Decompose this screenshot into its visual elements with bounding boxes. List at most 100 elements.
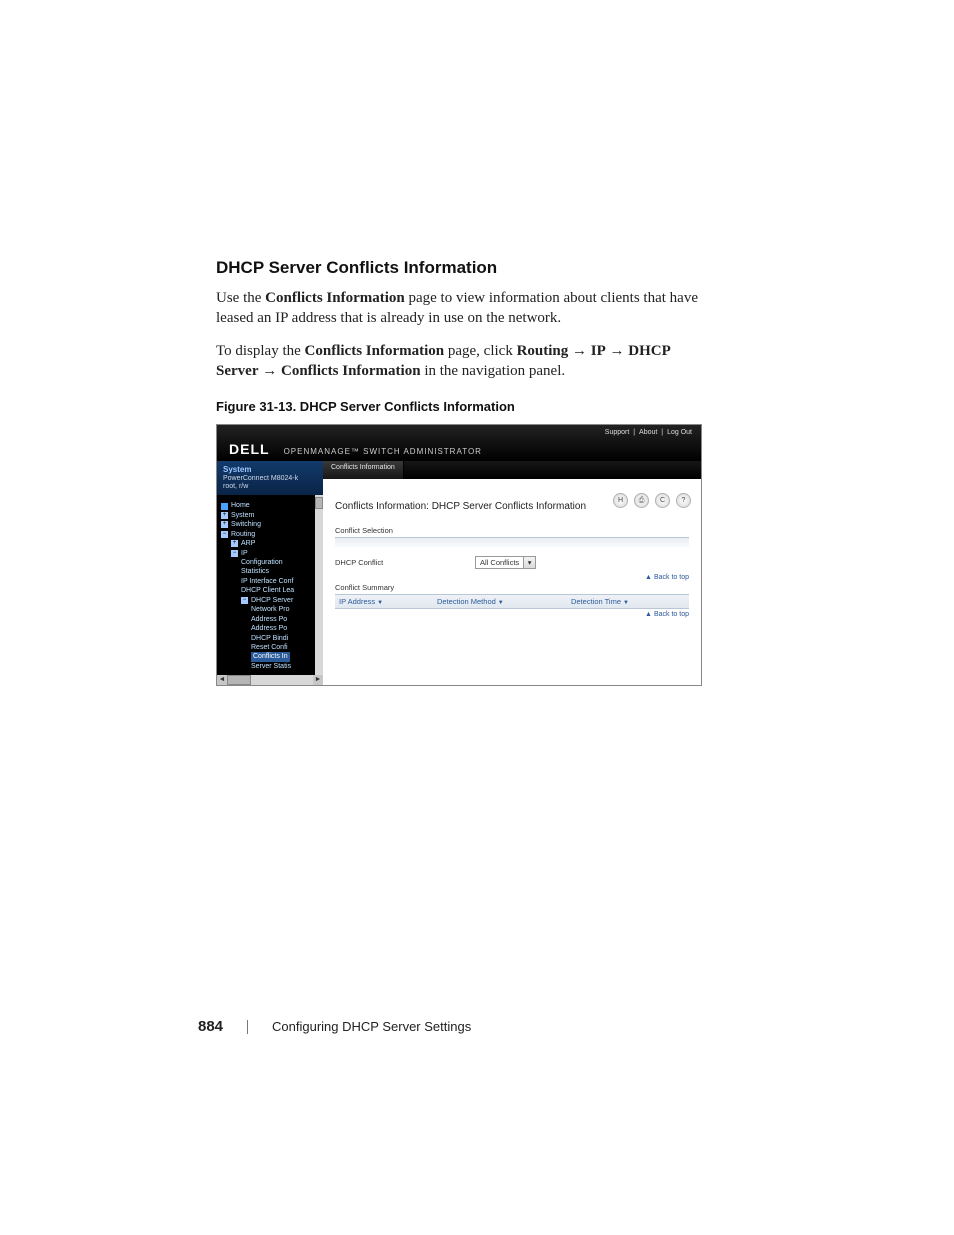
sort-icon: ▼ (377, 600, 383, 606)
tree-item-address-pool-2[interactable]: Address Po (221, 624, 321, 633)
col-label: Detection Time (571, 597, 621, 606)
tree-label: DHCP Server (251, 596, 293, 605)
scrollbar-thumb[interactable] (315, 497, 323, 509)
collapse-icon[interactable] (221, 531, 228, 538)
help-button[interactable]: ? (676, 493, 691, 508)
save-button[interactable]: H (613, 493, 628, 508)
tree-label: DHCP Bindi (251, 634, 288, 643)
tree-label: Configuration (241, 558, 283, 567)
paragraph-1: Use the Conflicts Information page to vi… (216, 288, 706, 329)
dhcp-conflict-select[interactable]: All Conflicts ▾ (475, 556, 536, 569)
nav-step-conflicts: Conflicts Information (281, 363, 421, 379)
text: in the navigation panel. (421, 363, 566, 379)
paragraph-2: To display the Conflicts Information pag… (216, 341, 706, 382)
product-name: OPENMANAGE™ SWITCH ADMINISTRATOR (284, 447, 482, 456)
tree-label: Statistics (241, 567, 269, 576)
refresh-button[interactable]: C (655, 493, 670, 508)
main-panel: Conflicts Information H ⎙ C ? Conflicts … (323, 461, 701, 685)
tree-label: Network Pro (251, 605, 290, 614)
tree-item-conflicts[interactable]: Conflicts In (221, 652, 321, 661)
back-to-top-label: Back to top (654, 574, 689, 581)
chapter-title: Configuring DHCP Server Settings (272, 1019, 471, 1034)
tree-item-switching[interactable]: Switching (221, 520, 321, 529)
chevron-down-icon: ▾ (523, 557, 535, 568)
tree-label: Server Statis (251, 662, 291, 671)
tree-item-reset-config[interactable]: Reset Confi (221, 643, 321, 652)
app-header: Support | About | Log Out DELL OPENMANAG… (217, 425, 701, 461)
tree-item-statistics[interactable]: Statistics (221, 567, 321, 576)
expand-icon[interactable] (231, 540, 238, 547)
sort-icon: ▼ (623, 600, 629, 606)
about-link[interactable]: About (639, 429, 657, 436)
tree-label: DHCP Client Lea (241, 586, 294, 595)
nav-step-routing: Routing (517, 343, 569, 359)
tree-item-home[interactable]: Home (221, 501, 321, 510)
separator: | (633, 429, 635, 436)
panel-label-conflict-selection: Conflict Selection (335, 526, 689, 537)
page-content: DHCP Server Conflicts Information Use th… (216, 258, 706, 686)
summary-table-header: IP Address▼ Detection Method▼ Detection … (335, 594, 689, 609)
expand-icon[interactable] (221, 512, 228, 519)
tab-conflicts-information[interactable]: Conflicts Information (323, 461, 404, 479)
tree-item-system[interactable]: System (221, 511, 321, 520)
nav-tree: Home System Switching Routing ARP IP Con… (217, 495, 323, 673)
page-footer: 884 Configuring DHCP Server Settings (198, 1018, 471, 1035)
tree-item-network-pro[interactable]: Network Pro (221, 605, 321, 614)
footer-divider (247, 1020, 248, 1034)
back-to-top-link[interactable]: ▲Back to top (335, 609, 689, 620)
tree-item-arp[interactable]: ARP (221, 539, 321, 548)
tree-item-configuration[interactable]: Configuration (221, 558, 321, 567)
tree-label: Address Po (251, 624, 287, 633)
tree-item-address-pool-1[interactable]: Address Po (221, 615, 321, 624)
back-to-top-label: Back to top (654, 611, 689, 618)
col-detection-time[interactable]: Detection Time▼ (567, 595, 689, 608)
scroll-right-button[interactable]: ► (313, 675, 323, 685)
row-dhcp-conflict: DHCP Conflict All Conflicts ▾ (335, 553, 689, 572)
section-heading: DHCP Server Conflicts Information (216, 258, 706, 278)
emphasis: Conflicts Information (305, 343, 445, 359)
sidebar-hscrollbar[interactable]: ◄ ► (217, 675, 323, 685)
collapse-icon[interactable] (241, 597, 248, 604)
tree-item-ip-interface[interactable]: IP Interface Conf (221, 577, 321, 586)
figure-caption: Figure 31-13. DHCP Server Conflicts Info… (216, 399, 706, 414)
app-body: System PowerConnect M8024-k root, r/w Ho… (217, 461, 701, 685)
tree-item-server-stats[interactable]: Server Statis (221, 662, 321, 671)
tree-label: ARP (241, 539, 255, 548)
back-to-top-link[interactable]: ▲Back to top (335, 572, 689, 583)
col-ip-address[interactable]: IP Address▼ (335, 595, 433, 608)
col-label: IP Address (339, 597, 375, 606)
nav-sidebar: System PowerConnect M8024-k root, r/w Ho… (217, 461, 323, 685)
user-role: root, r/w (223, 483, 317, 491)
separator: | (661, 429, 663, 436)
logout-link[interactable]: Log Out (667, 429, 692, 436)
text: page, click (444, 343, 516, 359)
tree-label: Routing (231, 530, 255, 539)
arrow-icon: → (572, 342, 587, 359)
header-links: Support | About | Log Out (604, 429, 693, 436)
text: To display the (216, 343, 305, 359)
col-detection-method[interactable]: Detection Method▼ (433, 595, 567, 608)
tree-label: IP Interface Conf (241, 577, 293, 586)
scrollbar-thumb[interactable] (227, 675, 251, 685)
triangle-up-icon: ▲ (645, 574, 652, 581)
expand-icon[interactable] (221, 521, 228, 528)
tree-label-selected: Conflicts In (251, 652, 290, 661)
tree-item-dhcp-server[interactable]: DHCP Server (221, 596, 321, 605)
sidebar-vscrollbar[interactable] (315, 495, 323, 675)
panel-label-conflict-summary: Conflict Summary (335, 583, 689, 594)
tree-label: Reset Confi (251, 643, 288, 652)
support-link[interactable]: Support (605, 429, 630, 436)
tree-item-dhcp-client[interactable]: DHCP Client Lea (221, 586, 321, 595)
collapse-icon[interactable] (231, 550, 238, 557)
text: Use the (216, 290, 265, 306)
triangle-up-icon: ▲ (645, 611, 652, 618)
tree-item-dhcp-bindings[interactable]: DHCP Bindi (221, 634, 321, 643)
scroll-track[interactable] (227, 675, 313, 685)
tree-item-routing[interactable]: Routing (221, 530, 321, 539)
sort-icon: ▼ (498, 600, 504, 606)
print-button[interactable]: ⎙ (634, 493, 649, 508)
tree-label: Home (231, 501, 250, 510)
scroll-left-button[interactable]: ◄ (217, 675, 227, 685)
arrow-icon: → (262, 362, 277, 379)
tree-item-ip[interactable]: IP (221, 549, 321, 558)
